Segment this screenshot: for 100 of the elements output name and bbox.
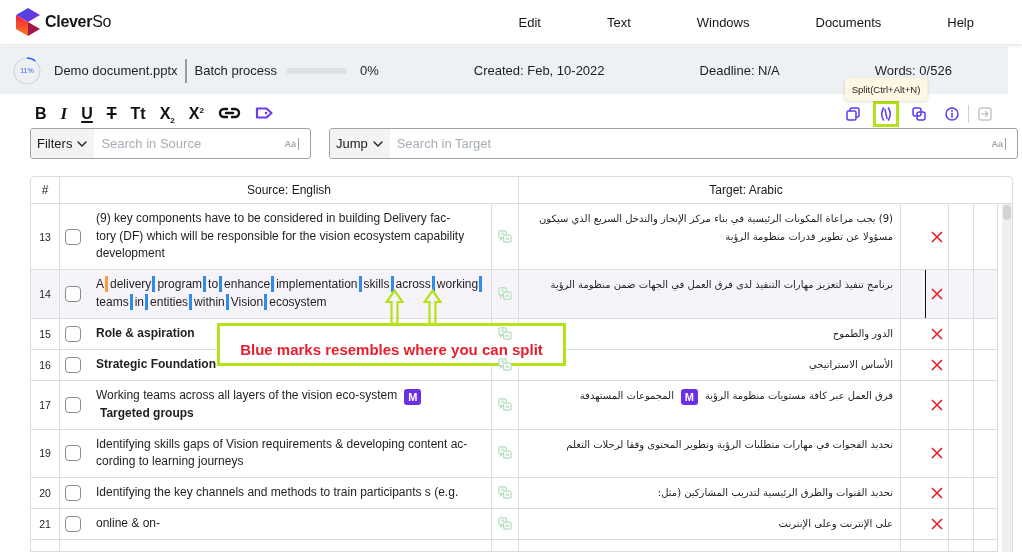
split-marker-icon[interactable] [189, 293, 193, 310]
split-button[interactable] [873, 101, 899, 127]
strikethrough-button[interactable]: T [106, 106, 117, 122]
target-text: الأساس الاستراتيجي [808, 358, 893, 370]
cross-icon [931, 518, 943, 530]
split-marker-icon[interactable] [264, 293, 268, 310]
split-marker-icon[interactable] [431, 276, 435, 292]
split-marker-icon[interactable] [145, 293, 149, 310]
source-word: working [436, 277, 479, 291]
progress-reading: 0% [359, 63, 379, 78]
target-text: المجموعات المستهدفة [579, 389, 674, 401]
bold-button[interactable]: B [35, 106, 47, 122]
row-number: 17 [39, 398, 51, 411]
filters-dropdown[interactable]: Filters [31, 129, 95, 158]
split-marker-icon[interactable] [479, 276, 483, 292]
source-text: online & on- [96, 516, 161, 530]
source-word: teams [96, 294, 129, 309]
cross-icon [931, 230, 943, 243]
link-icon [217, 107, 241, 119]
search-input[interactable]: Search in Target [389, 129, 992, 158]
target-text: تحديد الفجوات في مهارات متطلبات الرؤية وتطوير المحتوى وفقا لرحلات التعلم [566, 438, 893, 450]
row-number: 19 [39, 447, 51, 460]
split-marker-icon[interactable] [152, 276, 156, 292]
tag-button[interactable] [254, 106, 273, 122]
tag-icon [254, 107, 273, 119]
tooltip: Split(Ctrl+Alt+N) [844, 78, 928, 101]
progress-ring [12, 55, 42, 86]
chevron-down-icon [372, 140, 383, 147]
source-text: Identifying skills gaps of Vision requirements & developing content ac- cording to learning journeys [96, 436, 468, 468]
checkbox[interactable] [65, 485, 81, 501]
checkbox[interactable] [65, 285, 81, 302]
italic-button[interactable]: I [60, 106, 68, 122]
checkbox[interactable] [65, 325, 81, 342]
overlapping-squares-icon [912, 107, 926, 121]
checkbox[interactable] [65, 445, 81, 462]
split-marker-icon[interactable] [219, 276, 223, 292]
split-marker-icon[interactable] [271, 276, 275, 292]
source-word: delivery [110, 277, 152, 291]
batch-label: Batch process [194, 63, 277, 78]
row-number: 13 [39, 230, 51, 243]
source-word: Vision [230, 294, 264, 309]
source-word: implementation [276, 277, 358, 291]
menu-item[interactable]: Edit [518, 14, 541, 30]
target-text: على الإنترنت وعلى الإنترنت [778, 518, 893, 529]
source-word: in [134, 294, 145, 309]
split-marker-icon[interactable] [105, 276, 108, 292]
target-text: (9) يجب مراعاة المكونات الرئيسية في بناء مركز الإنجاز والتدخل السريع الذي سيكون مسؤولا عن تطوير قدرات منظومة الرؤية [538, 213, 893, 242]
arrow-box-icon [978, 107, 992, 121]
row-number: 16 [39, 358, 51, 371]
menu-item[interactable]: Documents [815, 14, 882, 30]
row-number: 14 [39, 287, 51, 300]
source-word: enhance [224, 277, 271, 291]
search-field[interactable]: Filters Search in Source Aa [30, 128, 311, 159]
menu-item[interactable]: Text [606, 14, 631, 30]
checkbox[interactable] [65, 516, 81, 532]
superscript-button[interactable]: X$^{2}$ [188, 106, 204, 122]
subscript-button[interactable]: X$_{2}$ [159, 106, 175, 122]
created-date: Created: Feb, 10-2022 [473, 63, 605, 78]
source-word: entities [150, 294, 189, 309]
split-marker-icon[interactable] [129, 293, 133, 310]
source-word: across [395, 277, 431, 291]
source-word: A [96, 277, 104, 291]
source-text: Targeted groups [99, 405, 194, 420]
split-marker-icon[interactable] [358, 276, 362, 292]
text-case-button[interactable]: Tt [130, 106, 146, 122]
menu-item[interactable]: Help [947, 14, 974, 30]
checkbox[interactable] [65, 396, 81, 413]
cross-icon [931, 487, 943, 499]
target-text: الدور والطموح [832, 327, 893, 339]
underline-button[interactable]: U [81, 106, 93, 122]
callout-text: Blue marks resembles where you can split [240, 342, 543, 358]
checkbox[interactable] [65, 228, 81, 245]
source-text: Role & aspiration [96, 325, 195, 340]
logo-text: CleverSo [45, 13, 112, 31]
tag-badge[interactable]: M [404, 388, 422, 405]
cross-icon [931, 447, 943, 460]
column-header: Source: English [59, 177, 518, 203]
target-text: برنامج تنفيذ لتعزيز مهارات التنفيذ لدى فرق العمل في الجهات ضمن منظومة الرؤية [550, 279, 893, 290]
jump-dropdown[interactable]: Jump [329, 129, 390, 158]
source-text: Identifying the key channels and methods to train participants s (e.g. [96, 485, 459, 499]
split-marker-icon[interactable] [203, 276, 207, 292]
source-text: Strategic Foundation [96, 356, 216, 371]
tag-badge[interactable]: M [680, 388, 698, 405]
search-input[interactable]: Search in Source [94, 129, 285, 158]
source-word: program [157, 277, 203, 291]
logo-icon [15, 7, 41, 37]
cross-icon [931, 398, 943, 411]
split-marker-icon[interactable] [390, 276, 394, 292]
target-text: فرق العمل عبر كافة مستويات منظومة الرؤية [704, 389, 893, 401]
split-marker-icon[interactable] [225, 293, 229, 310]
source-text: Working teams across all layers of the vision eco-system [96, 387, 398, 402]
source-word: within [194, 294, 225, 309]
source-word: skills [363, 277, 390, 291]
menu-item[interactable]: Windows [696, 14, 750, 30]
deadline-text: Deadline: N/A [699, 63, 780, 78]
info-icon [945, 107, 959, 121]
checkbox[interactable] [65, 356, 81, 373]
file-name: Demo document.pptx [54, 63, 178, 78]
scrollbar-thumb[interactable] [1003, 205, 1011, 220]
row-number: 21 [39, 518, 51, 530]
